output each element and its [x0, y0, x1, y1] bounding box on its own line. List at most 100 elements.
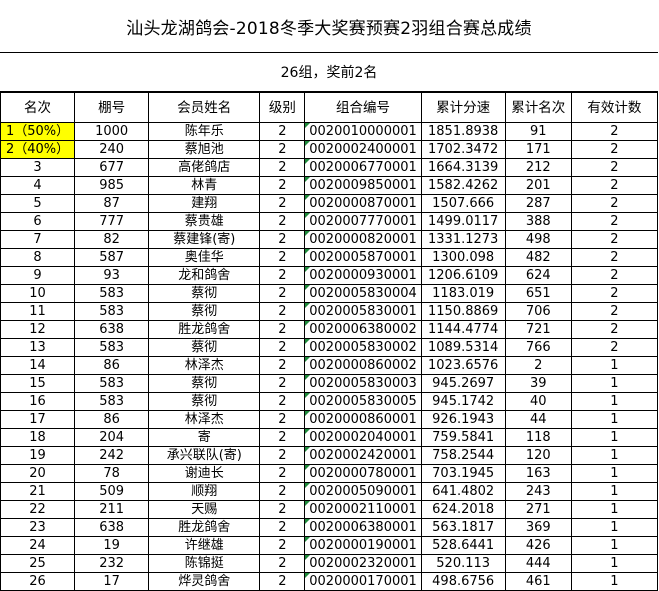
cell-cumulative-speed[interactable]: 1023.6576: [420, 356, 506, 375]
cell-rank[interactable]: 11: [0, 302, 76, 321]
cell-rank[interactable]: 17: [0, 410, 76, 429]
cell-valid-count[interactable]: 1: [570, 554, 659, 573]
cell-cumulative-rank[interactable]: 120: [504, 446, 572, 465]
cell-cumulative-rank[interactable]: 39: [504, 374, 572, 393]
cell-rank[interactable]: 13: [0, 338, 76, 357]
cell-shed[interactable]: 82: [74, 230, 150, 249]
header-shed[interactable]: 棚号: [74, 92, 150, 123]
header-group-code[interactable]: 组合编号: [304, 92, 422, 123]
cell-cumulative-rank[interactable]: 444: [504, 554, 572, 573]
cell-valid-count[interactable]: 1: [570, 428, 659, 447]
cell-group-code[interactable]: 0020007770001: [304, 212, 422, 231]
cell-group-code[interactable]: 0020010000001: [304, 122, 422, 141]
cell-group-code[interactable]: 0020006770001: [304, 158, 422, 177]
cell-member-name[interactable]: 蔡彻: [148, 284, 261, 303]
cell-shed[interactable]: 242: [74, 446, 150, 465]
cell-member-name[interactable]: 蔡建锋(寄): [148, 230, 261, 249]
cell-shed[interactable]: 17: [74, 572, 150, 591]
cell-cumulative-speed[interactable]: 759.5841: [420, 428, 506, 447]
cell-valid-count[interactable]: 2: [570, 338, 659, 357]
cell-member-name[interactable]: 陈年乐: [148, 122, 261, 141]
header-rank[interactable]: 名次: [0, 92, 76, 123]
cell-valid-count[interactable]: 2: [570, 176, 659, 195]
cell-cumulative-speed[interactable]: 1582.4262: [420, 176, 506, 195]
cell-shed[interactable]: 87: [74, 194, 150, 213]
cell-cumulative-speed[interactable]: 641.4802: [420, 482, 506, 501]
cell-member-name[interactable]: 高佬鸽店: [148, 158, 261, 177]
cell-level[interactable]: 2: [259, 410, 306, 429]
cell-cumulative-speed[interactable]: 945.2697: [420, 374, 506, 393]
header-member-name[interactable]: 会员姓名: [148, 92, 261, 123]
cell-level[interactable]: 2: [259, 338, 306, 357]
cell-shed[interactable]: 583: [74, 302, 150, 321]
header-valid-count[interactable]: 有效计数: [570, 92, 659, 123]
cell-cumulative-rank[interactable]: 287: [504, 194, 572, 213]
cell-level[interactable]: 2: [259, 374, 306, 393]
cell-level[interactable]: 2: [259, 554, 306, 573]
cell-group-code[interactable]: 0020005830004: [304, 284, 422, 303]
cell-shed[interactable]: 583: [74, 374, 150, 393]
cell-rank[interactable]: 20: [0, 464, 76, 483]
cell-shed[interactable]: 985: [74, 176, 150, 195]
cell-member-name[interactable]: 蔡贵雄: [148, 212, 261, 231]
cell-member-name[interactable]: 蔡彻: [148, 338, 261, 357]
cell-shed[interactable]: 232: [74, 554, 150, 573]
cell-valid-count[interactable]: 1: [570, 518, 659, 537]
cell-level[interactable]: 2: [259, 320, 306, 339]
cell-cumulative-speed[interactable]: 1300.098: [420, 248, 506, 267]
cell-member-name[interactable]: 龙和鸽舍: [148, 266, 261, 285]
cell-level[interactable]: 2: [259, 428, 306, 447]
cell-shed[interactable]: 93: [74, 266, 150, 285]
cell-member-name[interactable]: 蔡彻: [148, 392, 261, 411]
cell-shed[interactable]: 19: [74, 536, 150, 555]
cell-shed[interactable]: 240: [74, 140, 150, 159]
cell-level[interactable]: 2: [259, 446, 306, 465]
cell-valid-count[interactable]: 2: [570, 122, 659, 141]
cell-cumulative-speed[interactable]: 520.113: [420, 554, 506, 573]
cell-shed[interactable]: 583: [74, 392, 150, 411]
cell-level[interactable]: 2: [259, 536, 306, 555]
cell-cumulative-rank[interactable]: 163: [504, 464, 572, 483]
cell-shed[interactable]: 86: [74, 356, 150, 375]
cell-valid-count[interactable]: 1: [570, 410, 659, 429]
cell-level[interactable]: 2: [259, 194, 306, 213]
cell-level[interactable]: 2: [259, 230, 306, 249]
cell-shed[interactable]: 638: [74, 320, 150, 339]
cell-member-name[interactable]: 谢迪长: [148, 464, 261, 483]
cell-shed[interactable]: 777: [74, 212, 150, 231]
header-level[interactable]: 级别: [259, 92, 306, 123]
cell-cumulative-speed[interactable]: 563.1817: [420, 518, 506, 537]
cell-group-code[interactable]: 0020006380001: [304, 518, 422, 537]
cell-shed[interactable]: 204: [74, 428, 150, 447]
cell-level[interactable]: 2: [259, 248, 306, 267]
cell-rank[interactable]: 23: [0, 518, 76, 537]
cell-rank[interactable]: 12: [0, 320, 76, 339]
cell-group-code[interactable]: 0020005830003: [304, 374, 422, 393]
cell-valid-count[interactable]: 2: [570, 248, 659, 267]
cell-level[interactable]: 2: [259, 392, 306, 411]
header-cumulative-speed[interactable]: 累计分速: [420, 92, 506, 123]
cell-rank[interactable]: 22: [0, 500, 76, 519]
cell-shed[interactable]: 509: [74, 482, 150, 501]
cell-level[interactable]: 2: [259, 572, 306, 591]
cell-rank[interactable]: 14: [0, 356, 76, 375]
cell-cumulative-speed[interactable]: 1851.8938: [420, 122, 506, 141]
cell-member-name[interactable]: 建翔: [148, 194, 261, 213]
cell-member-name[interactable]: 奥佳华: [148, 248, 261, 267]
cell-member-name[interactable]: 天赐: [148, 500, 261, 519]
cell-cumulative-rank[interactable]: 212: [504, 158, 572, 177]
cell-member-name[interactable]: 林青: [148, 176, 261, 195]
cell-cumulative-speed[interactable]: 1499.0117: [420, 212, 506, 231]
cell-level[interactable]: 2: [259, 356, 306, 375]
cell-cumulative-speed[interactable]: 1702.3472: [420, 140, 506, 159]
cell-rank[interactable]: 18: [0, 428, 76, 447]
cell-shed[interactable]: 583: [74, 338, 150, 357]
cell-cumulative-speed[interactable]: 528.6441: [420, 536, 506, 555]
cell-rank[interactable]: 10: [0, 284, 76, 303]
cell-member-name[interactable]: 胜龙鸽舍: [148, 518, 261, 537]
cell-cumulative-rank[interactable]: 201: [504, 176, 572, 195]
cell-member-name[interactable]: 许继雄: [148, 536, 261, 555]
cell-rank[interactable]: 8: [0, 248, 76, 267]
cell-group-code[interactable]: 0020005830002: [304, 338, 422, 357]
cell-valid-count[interactable]: 2: [570, 320, 659, 339]
